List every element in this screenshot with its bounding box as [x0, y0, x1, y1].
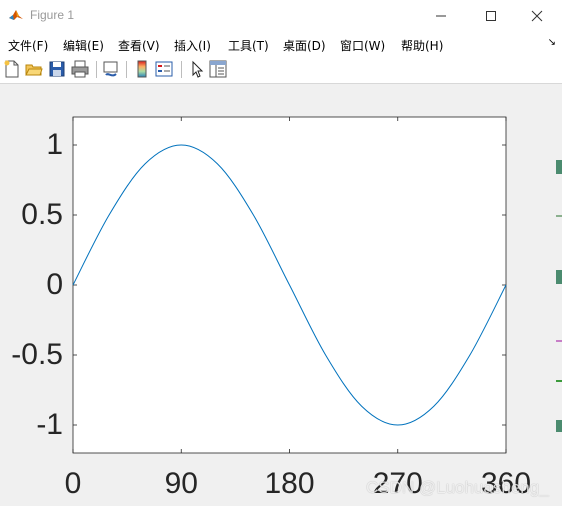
y-tick-label: 0 [46, 268, 63, 301]
toolbar-separator [126, 61, 127, 78]
menu-view[interactable]: 查看(V) [118, 37, 160, 54]
background-window-edge [556, 120, 562, 460]
save-icon[interactable] [48, 60, 66, 78]
close-icon [531, 10, 543, 22]
watermark-text: CSDN @Luohuasheng_ [366, 478, 549, 497]
maximize-icon [486, 11, 496, 21]
x-tick-label: 0 [64, 467, 82, 500]
new-figure-icon[interactable] [3, 60, 21, 78]
menu-bar: 文件(F) 编辑(E) 查看(V) 插入(I) 工具(T) 桌面(D) 窗口(W… [0, 32, 562, 56]
x-tick-label: 90 [164, 467, 198, 500]
maximize-button[interactable] [468, 0, 514, 32]
edit-plot-arrow-icon[interactable] [188, 60, 206, 78]
y-tick-label: -0.5 [11, 338, 63, 371]
toolbar [0, 56, 562, 84]
dock-figure-icon[interactable]: ↘ [548, 37, 556, 48]
menu-desktop[interactable]: 桌面(D) [283, 37, 326, 54]
legend-icon[interactable] [155, 60, 173, 78]
y-tick-label: -1 [36, 408, 63, 441]
matlab-logo-icon [8, 7, 24, 23]
menu-window[interactable]: 窗口(W) [340, 37, 385, 54]
open-file-icon[interactable] [25, 60, 43, 78]
close-button[interactable] [514, 0, 560, 32]
menu-file[interactable]: 文件(F) [8, 37, 48, 54]
menu-help[interactable]: 帮助(H) [401, 37, 443, 54]
colorbar-icon[interactable] [133, 60, 151, 78]
link-plot-icon[interactable] [102, 60, 120, 78]
figure-canvas [0, 84, 562, 506]
property-editor-icon[interactable] [209, 60, 227, 78]
x-tick-label: 180 [264, 467, 315, 500]
window-title: Figure 1 [30, 8, 75, 22]
minimize-icon [436, 15, 446, 17]
toolbar-separator [96, 61, 97, 78]
print-icon[interactable] [71, 60, 89, 78]
y-tick-label: 1 [46, 128, 63, 161]
toolbar-separator [181, 61, 182, 78]
y-tick-label: 0.5 [21, 198, 63, 231]
title-bar: Figure 1 [0, 0, 562, 33]
menu-tools[interactable]: 工具(T) [228, 37, 269, 54]
menu-edit[interactable]: 编辑(E) [63, 37, 104, 54]
minimize-button[interactable] [418, 0, 464, 32]
menu-insert[interactable]: 插入(I) [174, 37, 211, 54]
